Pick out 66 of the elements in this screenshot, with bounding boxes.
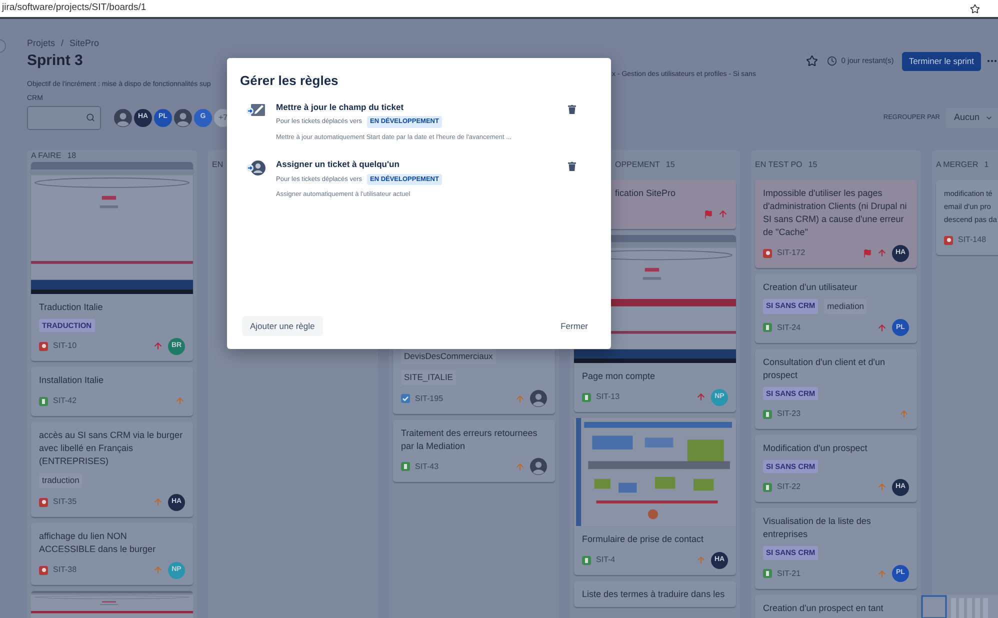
column-title: A FAIRE: [31, 150, 62, 162]
dialog-title: Gérer les règles: [240, 72, 340, 90]
issue-label: traduction: [39, 473, 82, 488]
rule-title: Assigner un ticket à quelqu'un: [276, 158, 400, 170]
issue-key[interactable]: SIT-42: [53, 395, 77, 408]
card-title: Visualisation de la liste des entreprises: [763, 515, 872, 542]
issue-label: DevisDesCommerciaux: [401, 349, 496, 364]
issue-key[interactable]: SIT-24: [777, 322, 801, 334]
issue-label: SITE_ITALIE: [401, 370, 456, 384]
issue-card[interactable]: Installation Italie SIT-42: [31, 367, 193, 416]
issue-card[interactable]: Liste des termes à traduire dans les: [574, 581, 736, 607]
bookmark-star-icon[interactable]: [970, 4, 980, 14]
card-title: accès au SI sans CRM via le burger avec libellé en Français (ENTREPRISES): [39, 429, 184, 468]
column-title: OPPEMENT: [615, 159, 660, 171]
card-title: Creation d'un utilisateur: [763, 281, 858, 294]
card-title: Impossible d'utiliser les pages d'administration Clients (ni Drupal ni SI sans CRM) a cause d'une erreur de "Cache": [763, 187, 908, 239]
card-title: Modification d'un prospect: [763, 442, 868, 455]
add-rule-button[interactable]: Ajouter une règle: [242, 316, 323, 336]
issue-key[interactable]: SIT-38: [53, 564, 77, 576]
card-title: Liste des termes à traduire dans les: [582, 588, 726, 601]
issue-key[interactable]: SIT-148: [958, 234, 986, 246]
card-title: Traitement des erreurs retournees par la Mediation: [401, 426, 538, 452]
issue-key[interactable]: SIT-10: [53, 340, 77, 352]
card-title: Consultation d'un client et d'un prospect: [763, 356, 886, 382]
url-text: jira/software/projects/SIT/boards/1: [2, 1, 148, 16]
column-count: 15: [666, 159, 675, 171]
issue-key[interactable]: SIT-4: [596, 554, 616, 566]
issue-key[interactable]: SIT-22: [777, 481, 801, 494]
issue-key[interactable]: SIT-13: [596, 391, 620, 403]
complete-sprint-button[interactable]: Terminer le sprint: [902, 52, 981, 70]
card-title: Creation d'un prospect en tant: [763, 602, 884, 614]
issue-card[interactable]: Creation d'un prospect en tant: [755, 594, 917, 618]
delete-icon[interactable]: [568, 104, 576, 114]
card-title: Page mon compte: [582, 370, 656, 383]
card-title: Installation Italie: [39, 374, 105, 388]
issue-key[interactable]: SIT-195: [415, 392, 444, 404]
column-title: EN: [212, 159, 224, 171]
breadcrumb-separator: /: [61, 37, 64, 50]
search-field[interactable]: [27, 106, 101, 130]
delete-icon[interactable]: [568, 162, 576, 171]
issue-key[interactable]: SIT-35: [53, 496, 77, 508]
card-title: affichage du lien NON ACCESSIBLE dans le burger: [39, 530, 157, 556]
column-count: 15: [808, 159, 818, 171]
search-icon: [86, 113, 95, 122]
issue-key[interactable]: SIT-23: [777, 408, 801, 420]
breadcrumb-link[interactable]: Projets: [27, 37, 56, 51]
column-title: EN TEST PO: [755, 159, 802, 171]
breadcrumb-link[interactable]: SitePro: [70, 37, 100, 51]
board-minimap[interactable]: [921, 595, 998, 618]
issue-card[interactable]: Traitement des erreurs retournees par la Mediation SIT-43: [393, 420, 555, 482]
address-bar[interactable]: jira/software/projects/SIT/boards/1: [0, 0, 998, 19]
rule-title: Mettre à jour le champ du ticket: [276, 100, 405, 114]
card-title: Formulaire de prise de contact: [582, 533, 705, 546]
column-count: 18: [67, 150, 76, 162]
star-icon[interactable]: [806, 55, 818, 67]
clock-icon: [827, 56, 838, 66]
issue-key[interactable]: SIT-21: [777, 568, 801, 580]
column-title: A MERGER: [936, 159, 978, 171]
sprint-title: Sprint 3: [27, 50, 84, 71]
issue-key[interactable]: SIT-43: [415, 460, 439, 472]
group-by-dropdown[interactable]: Aucun: [946, 108, 998, 128]
card-title: Traduction Italie: [39, 301, 104, 314]
issue-key[interactable]: SIT-172: [777, 247, 806, 259]
issue-label: mediation: [824, 299, 868, 314]
column-count: 1: [984, 159, 989, 171]
card-title: fication SitePro: [614, 187, 677, 200]
